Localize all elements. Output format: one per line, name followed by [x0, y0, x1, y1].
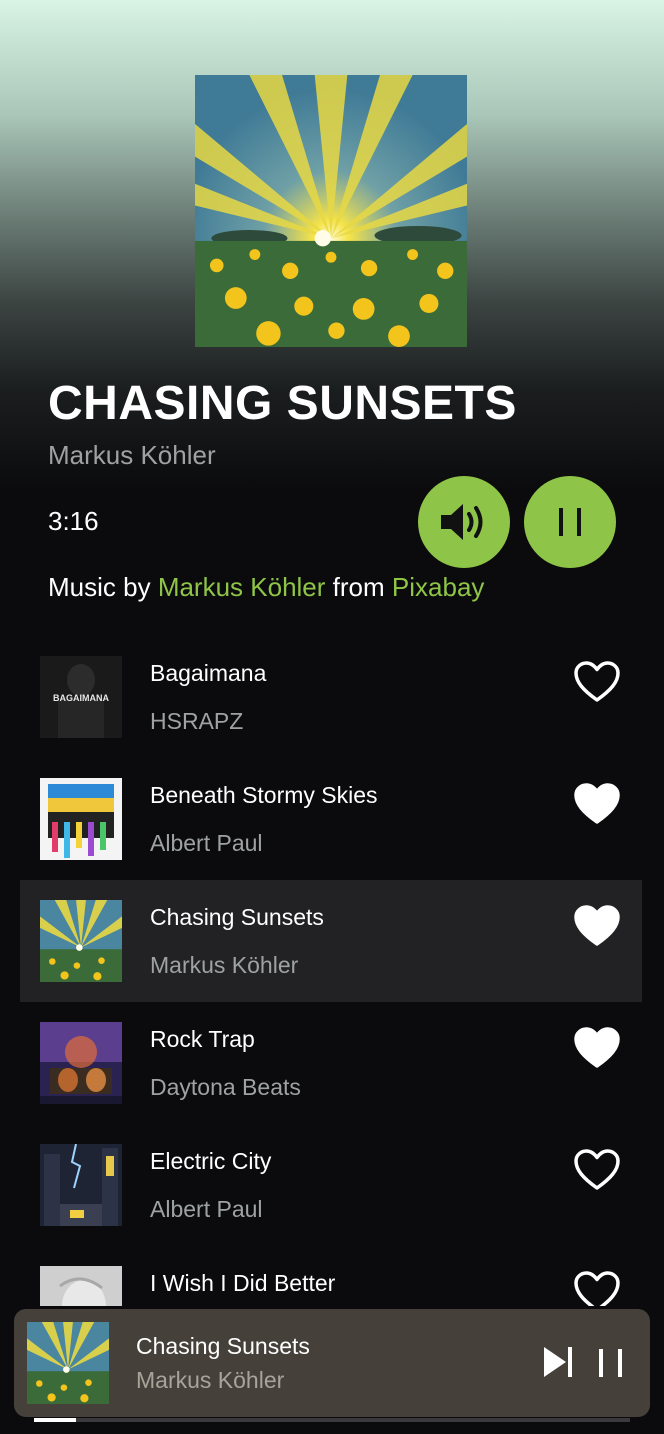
track-row[interactable]: BAGAIMANA Bagaimana HSRAPZ — [20, 636, 642, 758]
credit-prefix: Music by — [48, 572, 151, 602]
heart-outline-icon[interactable] — [573, 660, 621, 704]
cover-text: BAGAIMANA — [53, 693, 109, 703]
track-artist: Markus Köhler — [150, 952, 299, 978]
track-title: Beneath Stormy Skies — [150, 782, 378, 808]
track-list: BAGAIMANA Bagaimana HSRAPZ Beneath Storm… — [20, 636, 642, 1306]
playback-progress-bar[interactable] — [34, 1418, 630, 1422]
heart-filled-icon[interactable] — [573, 1026, 621, 1070]
volume-button[interactable] — [418, 476, 510, 568]
pause-icon — [559, 508, 581, 536]
track-row-active[interactable]: Chasing Sunsets Markus Köhler — [20, 880, 642, 1002]
heart-filled-icon[interactable] — [573, 904, 621, 948]
song-artist: Markus Köhler — [48, 440, 216, 470]
skip-next-icon[interactable] — [542, 1345, 574, 1379]
speaker-volume-icon — [441, 504, 483, 540]
track-row[interactable]: I Wish I Did Better — [20, 1246, 642, 1306]
track-artist: Albert Paul — [150, 830, 263, 856]
mini-player-cover — [27, 1322, 109, 1404]
heart-outline-icon[interactable] — [573, 1270, 621, 1306]
heart-outline-icon[interactable] — [573, 1148, 621, 1192]
song-title: CHASING SUNSETS — [48, 377, 517, 430]
playback-progress-fill — [34, 1418, 76, 1422]
track-artist: Albert Paul — [150, 1196, 263, 1222]
track-title: I Wish I Did Better — [150, 1270, 336, 1296]
track-artist: HSRAPZ — [150, 708, 244, 734]
track-title: Rock Trap — [150, 1026, 255, 1052]
mini-player-title: Chasing Sunsets — [136, 1333, 310, 1359]
track-title: Electric City — [150, 1148, 272, 1174]
credit-author-link[interactable]: Markus Köhler — [158, 572, 326, 602]
track-row[interactable]: Beneath Stormy Skies Albert Paul — [20, 758, 642, 880]
track-row[interactable]: Rock Trap Daytona Beats — [20, 1002, 642, 1124]
mini-player[interactable]: Chasing Sunsets Markus Köhler — [14, 1309, 650, 1417]
credit-middle: from — [332, 572, 385, 602]
mini-player-artist: Markus Köhler — [136, 1367, 285, 1393]
track-title: Chasing Sunsets — [150, 904, 324, 930]
track-cover — [40, 778, 122, 860]
now-playing-hero: CHASING SUNSETS Markus Köhler 3:16 Music… — [0, 0, 664, 720]
track-cover — [40, 1266, 122, 1306]
track-row[interactable]: Electric City Albert Paul — [20, 1124, 642, 1246]
music-credit: Music by Markus Köhler from Pixabay — [48, 572, 484, 603]
track-cover — [40, 1022, 122, 1104]
pause-button[interactable] — [524, 476, 616, 568]
pause-icon[interactable] — [596, 1347, 626, 1379]
track-title: Bagaimana — [150, 660, 267, 686]
song-duration: 3:16 — [48, 506, 99, 536]
credit-source-link[interactable]: Pixabay — [392, 572, 485, 602]
track-cover: BAGAIMANA — [40, 656, 122, 738]
heart-filled-icon[interactable] — [573, 782, 621, 826]
track-artist: Daytona Beats — [150, 1074, 301, 1100]
album-cover — [195, 75, 467, 347]
track-cover — [40, 900, 122, 982]
track-cover — [40, 1144, 122, 1226]
